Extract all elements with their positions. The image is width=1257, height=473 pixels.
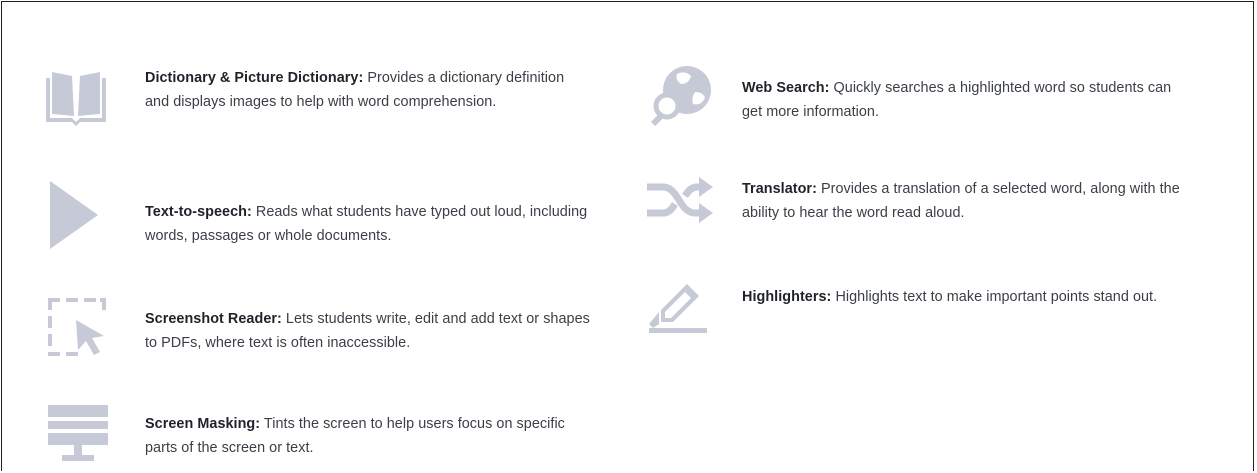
feature-web-search-title: Web Search: xyxy=(742,80,830,96)
feature-screenshot-reader-text: Screenshot Reader: Lets students write, … xyxy=(145,307,595,355)
features-panel: Dictionary & Picture Dictionary: Provide… xyxy=(1,1,1254,471)
feature-text-to-speech-title: Text-to-speech: xyxy=(145,204,252,220)
play-icon xyxy=(46,177,102,253)
feature-highlighters-text: Highlighters: Highlights text to make im… xyxy=(742,285,1162,309)
book-icon xyxy=(42,66,110,130)
feature-dictionary-title: Dictionary & Picture Dictionary: xyxy=(145,70,364,86)
feature-dictionary-text: Dictionary & Picture Dictionary: Provide… xyxy=(145,66,575,114)
monitor-icon xyxy=(46,403,110,465)
feature-highlighters-title: Highlighters: xyxy=(742,289,832,305)
shuffle-icon xyxy=(647,175,715,225)
globe-search-icon xyxy=(649,62,713,128)
highlighter-icon xyxy=(647,282,709,334)
feature-screenshot-reader-title: Screenshot Reader: xyxy=(145,311,282,327)
feature-translator-text: Translator: Provides a translation of a … xyxy=(742,177,1192,225)
screenshot-cursor-icon xyxy=(46,296,108,358)
feature-highlighters-desc: Highlights text to make important points… xyxy=(831,289,1158,305)
feature-text-to-speech-text: Text-to-speech: Reads what students have… xyxy=(145,200,595,248)
feature-screen-masking-title: Screen Masking: xyxy=(145,416,261,432)
feature-screen-masking-text: Screen Masking: Tints the screen to help… xyxy=(145,412,595,460)
feature-translator-title: Translator: xyxy=(742,181,817,197)
feature-web-search-text: Web Search: Quickly searches a highlight… xyxy=(742,76,1182,124)
